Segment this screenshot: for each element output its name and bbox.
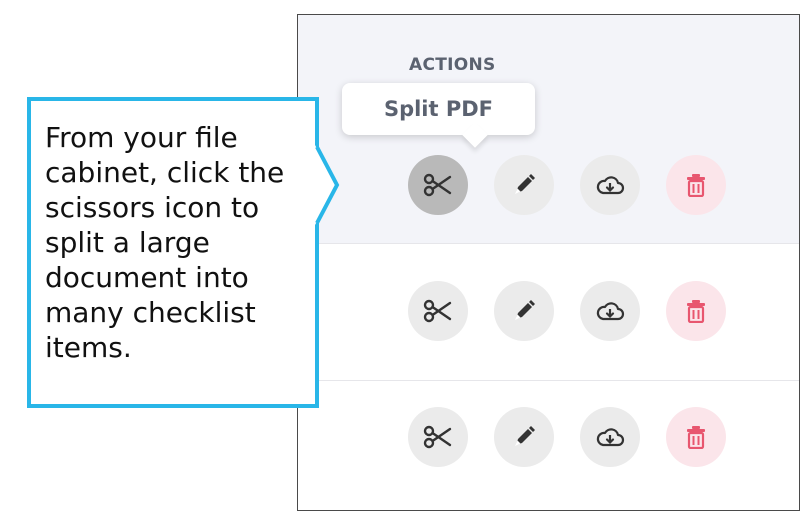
cloud-download-icon bbox=[595, 299, 625, 323]
edit-button[interactable] bbox=[494, 407, 554, 467]
split-pdf-tooltip: Split PDF bbox=[342, 83, 535, 135]
scissors-icon bbox=[423, 173, 453, 197]
delete-button[interactable] bbox=[666, 281, 726, 341]
download-button[interactable] bbox=[580, 407, 640, 467]
scissors-icon bbox=[423, 299, 453, 323]
download-button[interactable] bbox=[580, 281, 640, 341]
callout-pointer bbox=[315, 145, 340, 225]
row-divider bbox=[298, 243, 799, 244]
callout-line: scissors icon to bbox=[45, 191, 260, 224]
delete-button[interactable] bbox=[666, 407, 726, 467]
cloud-download-icon bbox=[595, 173, 625, 197]
callout-line: document into bbox=[45, 261, 249, 294]
edit-button[interactable] bbox=[494, 281, 554, 341]
scissors-icon bbox=[423, 425, 453, 449]
callout-line: From your file bbox=[45, 121, 238, 154]
trash-icon bbox=[685, 173, 707, 197]
callout-line: many checklist bbox=[45, 296, 256, 329]
instruction-callout: From your file cabinet, click the scisso… bbox=[27, 97, 319, 408]
callout-line: cabinet, click the bbox=[45, 156, 285, 189]
split-pdf-button[interactable] bbox=[408, 407, 468, 467]
split-pdf-button[interactable] bbox=[408, 281, 468, 341]
tooltip-label: Split PDF bbox=[383, 97, 494, 121]
pencil-icon bbox=[511, 298, 537, 324]
pencil-icon bbox=[511, 424, 537, 450]
callout-line: items. bbox=[45, 331, 132, 364]
download-button[interactable] bbox=[580, 155, 640, 215]
cloud-download-icon bbox=[595, 425, 625, 449]
pencil-icon bbox=[511, 172, 537, 198]
trash-icon bbox=[685, 425, 707, 449]
file-cabinet-panel: ACTIONS Split PDF bbox=[297, 14, 800, 511]
edit-button[interactable] bbox=[494, 155, 554, 215]
split-pdf-button[interactable] bbox=[408, 155, 468, 215]
delete-button[interactable] bbox=[666, 155, 726, 215]
callout-text: From your file cabinet, click the scisso… bbox=[45, 120, 315, 365]
callout-line: split a large bbox=[45, 226, 210, 259]
row-divider bbox=[298, 380, 799, 381]
actions-column-header: ACTIONS bbox=[409, 55, 496, 75]
trash-icon bbox=[685, 299, 707, 323]
